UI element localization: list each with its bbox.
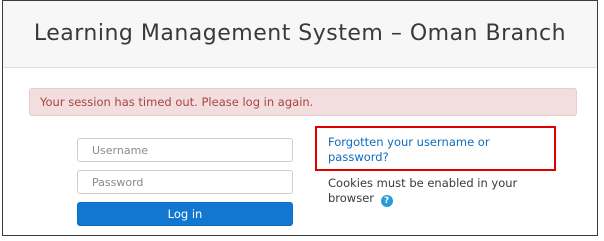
forgot-credentials-link[interactable]: Forgotten your username or password? [328,135,553,165]
help-circle-icon[interactable]: ? [380,195,393,207]
username-input[interactable] [77,138,293,162]
password-input[interactable] [77,170,293,194]
page-title: Learning Management System – Oman Branch [33,21,567,46]
cookies-notice: Cookies must be enabled in your browser … [328,176,553,207]
login-page-frame: Learning Management System – Oman Branch… [2,0,598,236]
cookies-notice-text: Cookies must be enabled in your browser [328,176,518,205]
session-timeout-alert: Your session has timed out. Please log i… [29,88,577,116]
login-button[interactable]: Log in [77,202,293,226]
page-header: Learning Management System – Oman Branch [3,1,597,68]
